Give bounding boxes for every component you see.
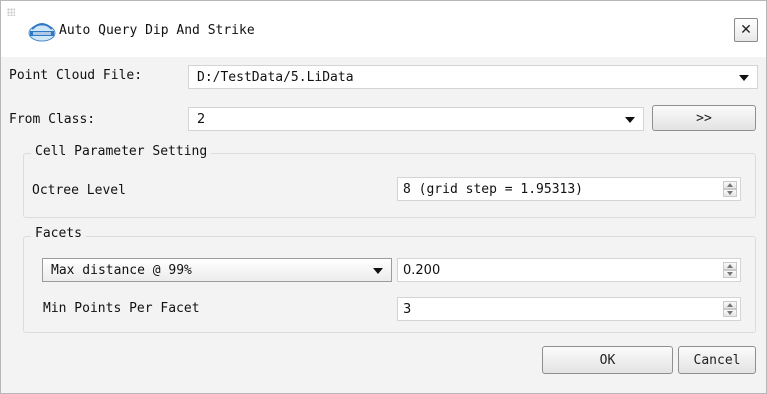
- max-distance-spin-buttons: [723, 262, 737, 278]
- octree-level-spinbox[interactable]: 8 (grid step = 1.95313): [397, 177, 741, 201]
- chevron-down-icon: [373, 268, 383, 274]
- distance-mode-select[interactable]: Max distance @ 99%: [42, 258, 392, 282]
- spin-down-icon[interactable]: [723, 270, 737, 278]
- spin-up-icon[interactable]: [723, 262, 737, 270]
- spin-up-icon[interactable]: [723, 301, 737, 309]
- spin-down-icon[interactable]: [723, 189, 737, 197]
- grip-icon: [7, 8, 15, 16]
- cancel-button-label: Cancel: [693, 352, 741, 368]
- point-cloud-file-value: D:/TestData/5.LiData: [197, 69, 354, 85]
- min-points-label: Min Points Per Facet: [43, 301, 200, 316]
- ok-button[interactable]: OK: [542, 346, 673, 374]
- close-icon: ✕: [740, 22, 752, 38]
- max-distance-spinbox[interactable]: 0.200: [397, 258, 741, 282]
- min-points-spin-buttons: [723, 301, 737, 317]
- octree-level-spin-buttons: [723, 181, 737, 197]
- from-class-select[interactable]: 2: [188, 107, 644, 131]
- auto-query-dip-strike-dialog: Auto Query Dip And Strike ✕ Point Cloud …: [0, 0, 767, 394]
- point-cloud-file-select[interactable]: D:/TestData/5.LiData: [188, 65, 758, 89]
- min-points-value: 3: [403, 301, 412, 317]
- spin-up-icon[interactable]: [723, 181, 737, 189]
- next-button-label: >>: [696, 110, 712, 126]
- cell-parameter-group-title: Cell Parameter Setting: [31, 144, 212, 159]
- chevron-down-icon: [625, 117, 635, 123]
- octree-level-value: 8 (grid step = 1.95313): [403, 181, 584, 197]
- min-points-spinbox[interactable]: 3: [397, 297, 741, 321]
- facets-group-title: Facets: [31, 226, 86, 241]
- next-button[interactable]: >>: [652, 105, 756, 131]
- close-button[interactable]: ✕: [734, 18, 758, 42]
- app-logo-icon: [28, 23, 56, 42]
- window-title: Auto Query Dip And Strike: [59, 23, 255, 38]
- distance-mode-value: Max distance @ 99%: [51, 262, 192, 278]
- max-distance-value: 0.200: [403, 262, 441, 278]
- from-class-label: From Class:: [9, 112, 96, 127]
- title-bar: Auto Query Dip And Strike ✕: [1, 1, 766, 57]
- ok-button-label: OK: [599, 352, 616, 368]
- spin-down-icon[interactable]: [723, 309, 737, 317]
- octree-level-label: Octree Level: [32, 183, 126, 198]
- chevron-down-icon: [739, 75, 749, 81]
- from-class-value: 2: [197, 111, 206, 127]
- cancel-button[interactable]: Cancel: [678, 346, 756, 374]
- point-cloud-file-label: Point Cloud File:: [9, 68, 143, 83]
